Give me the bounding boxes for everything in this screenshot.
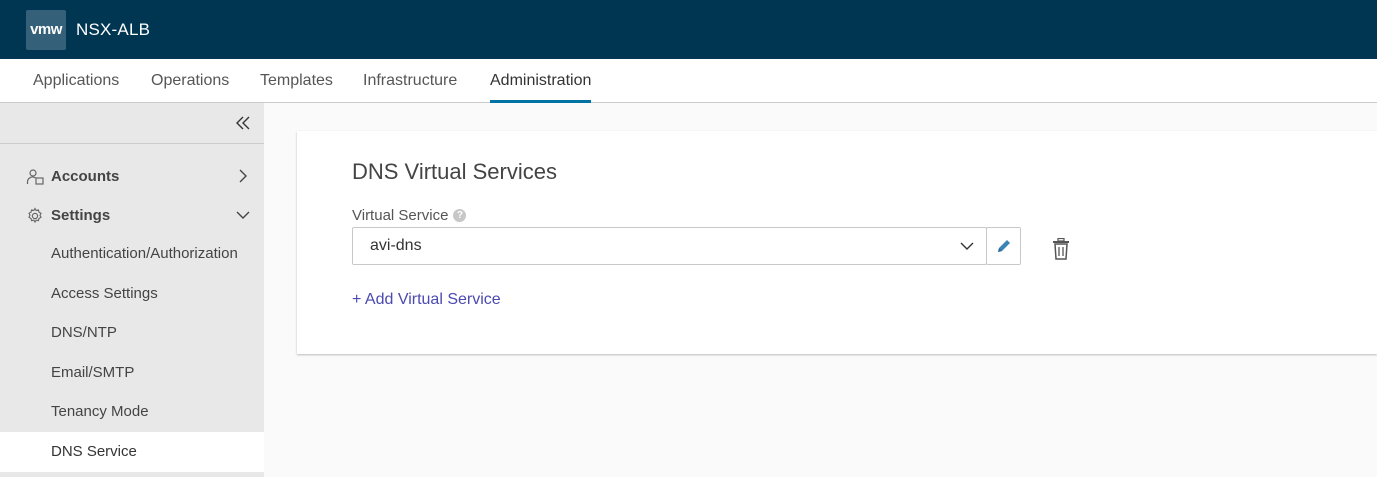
field-label-text: Virtual Service [352,207,449,224]
chevron-down-icon [960,242,974,250]
gear-icon [28,207,42,224]
help-icon[interactable]: ? [453,209,467,222]
double-chevron-left-icon[interactable] [234,114,252,132]
tab-administration[interactable]: Administration [490,59,592,103]
sidebar-item-email-smtp[interactable]: Email/SMTP [0,353,264,393]
tab-templates[interactable]: Templates [260,59,333,103]
sidebar-item-access-settings[interactable]: Access Settings [0,274,264,314]
sidebar-item-authentication[interactable]: Authentication/Authorization [0,234,264,274]
user-group-icon [26,169,44,185]
main-nav: Applications Operations Templates Infras… [0,59,1377,103]
vmware-logo[interactable]: vmw [26,9,66,50]
card-title: DNS Virtual Services [352,159,557,184]
add-virtual-service-link[interactable]: + Add Virtual Service [352,291,501,309]
sidebar-item-tenancy-mode[interactable]: Tenancy Mode [0,392,264,432]
sidebar-item-dns-ntp[interactable]: DNS/NTP [0,313,264,353]
chevron-right-icon [239,169,247,183]
dns-virtual-services-card: DNS Virtual Services Virtual Service ? a… [297,131,1377,354]
sidebar-group-label: Settings [51,206,111,224]
top-header: vmw NSX-ALB [0,0,1377,59]
sidebar: Accounts Settings Authentication/Authori… [0,103,264,477]
virtual-service-select[interactable]: avi-dns [352,227,987,265]
sidebar-group-accounts[interactable]: Accounts [0,157,264,195]
edit-button[interactable] [986,227,1021,265]
tab-infrastructure[interactable]: Infrastructure [363,59,457,103]
virtual-service-label: Virtual Service ? [352,207,467,224]
sidebar-item-dns-service[interactable]: DNS Service [0,432,264,472]
app-title: NSX-ALB [76,19,151,39]
tab-applications[interactable]: Applications [33,59,119,103]
chevron-down-icon [236,211,250,219]
sidebar-group-label: Accounts [51,167,120,185]
sidebar-group-settings[interactable]: Settings [0,196,264,234]
sidebar-collapse-row [0,103,264,144]
tab-operations[interactable]: Operations [151,59,229,103]
select-value: avi-dns [370,237,422,254]
pencil-icon [997,240,1010,252]
trash-icon[interactable] [1051,238,1071,260]
